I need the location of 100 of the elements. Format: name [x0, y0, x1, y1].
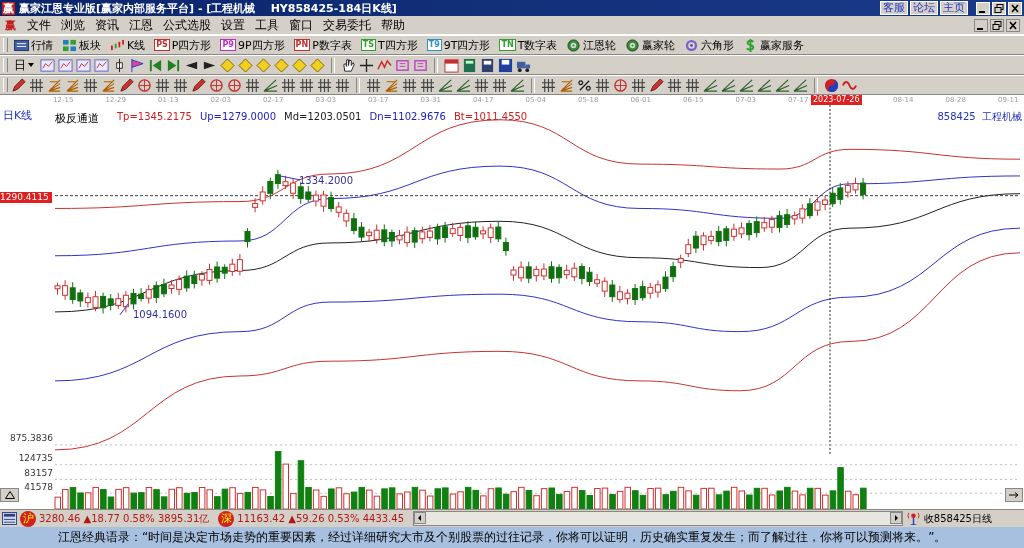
symbol-label: 858425 工程机械: [937, 110, 1022, 124]
menu-item[interactable]: 帮助: [381, 16, 405, 34]
toolbar-button[interactable]: 行情: [11, 37, 56, 53]
crosshair-icon[interactable]: [359, 57, 374, 73]
toolbar-button[interactable]: TS T四方形: [357, 37, 421, 53]
legend-value: Dn=1102.9676: [369, 111, 446, 124]
app-logo: 赢: [2, 1, 15, 15]
price-marker: 1290.4115: [0, 192, 52, 203]
scroll-left-icon[interactable]: [414, 512, 427, 524]
grid-lines-icon[interactable]: [173, 77, 188, 93]
grid-lines-icon[interactable]: [335, 77, 350, 93]
angle-lines-icon[interactable]: [721, 77, 736, 93]
circle-tool-icon[interactable]: [209, 77, 224, 93]
toolbar-button[interactable]: 赢家服务: [740, 37, 808, 53]
toolbar-button[interactable]: PN P数字表: [290, 37, 355, 53]
wheel-icon: [625, 38, 641, 52]
toolbar-button[interactable]: 六角形: [681, 37, 738, 53]
fan-lines-icon[interactable]: [47, 77, 62, 93]
high-price-label: 1334.2000: [299, 175, 354, 186]
toolbar-button[interactable]: 江恩轮: [563, 37, 620, 53]
grid-lines-icon[interactable]: [245, 77, 260, 93]
toolbar-button[interactable]: P9 9P四方形: [217, 37, 288, 53]
candlestick-icon: [110, 38, 125, 52]
pen-icon[interactable]: [191, 77, 206, 93]
flag-icon[interactable]: [130, 57, 145, 73]
grid-lines-icon[interactable]: [281, 77, 296, 93]
menu-item[interactable]: 江恩: [129, 16, 153, 34]
angle-lines-icon[interactable]: [263, 77, 278, 93]
pen-icon[interactable]: [649, 77, 664, 93]
toolbar-button[interactable]: 赢家轮: [622, 37, 679, 53]
grid-lines-icon[interactable]: [317, 77, 332, 93]
blocks-icon: [62, 38, 77, 52]
close-icon[interactable]: [1006, 18, 1020, 32]
angle-lines-icon[interactable]: [510, 77, 525, 93]
grid-lines-icon[interactable]: [299, 77, 314, 93]
grid-lines-icon[interactable]: [631, 77, 646, 93]
index-badge: 深: [218, 510, 235, 527]
restore-icon[interactable]: [990, 18, 1004, 32]
menu-item[interactable]: 窗口: [289, 16, 313, 34]
calculator-icon[interactable]: [462, 57, 477, 73]
scroll-right-button[interactable]: [1005, 488, 1023, 502]
header-link[interactable]: 客服: [880, 1, 908, 15]
yin-yang-icon[interactable]: [824, 77, 839, 93]
grid-lines-icon[interactable]: [366, 77, 381, 93]
angle-lines-icon[interactable]: [775, 77, 790, 93]
menu-item[interactable]: 公式选股: [163, 16, 211, 34]
fan-lines-icon[interactable]: [65, 77, 80, 93]
percent-icon[interactable]: [577, 77, 592, 93]
angle-lines-icon[interactable]: [456, 77, 471, 93]
grid-lines-icon[interactable]: [83, 77, 98, 93]
angle-lines-icon[interactable]: [793, 77, 808, 93]
indicator-name: 极反通道: [55, 111, 99, 126]
angle-lines-icon[interactable]: [703, 77, 718, 93]
panel-toggle-button[interactable]: [0, 488, 19, 502]
angle-lines-icon[interactable]: [438, 77, 453, 93]
toolbar-button[interactable]: 板块: [59, 37, 104, 53]
calendar-icon[interactable]: [444, 57, 459, 73]
header-link[interactable]: 论坛: [910, 1, 938, 15]
grid-lines-icon[interactable]: [155, 77, 170, 93]
legend-value: Tp=1345.2175: [117, 111, 192, 124]
save-icon[interactable]: [498, 57, 513, 73]
grid-lines-icon[interactable]: [595, 77, 610, 93]
grid-lines-icon[interactable]: [29, 77, 44, 93]
grid-lines-icon[interactable]: [474, 77, 489, 93]
arrow-icon: [1009, 492, 1019, 498]
toolbar-button[interactable]: T9 9T四方形: [423, 37, 494, 53]
grid-lines-icon[interactable]: [685, 77, 700, 93]
grid-lines-icon[interactable]: [402, 77, 417, 93]
calculator-icon[interactable]: [2, 512, 17, 525]
toolbar-button[interactable]: K线: [107, 37, 149, 53]
menu-item[interactable]: 交易委托: [323, 16, 371, 34]
menu-item[interactable]: 资讯: [95, 16, 119, 34]
toolbar-button[interactable]: PS P四方形: [151, 37, 215, 53]
minimize-icon[interactable]: [974, 18, 988, 32]
fan-lines-icon[interactable]: [384, 77, 399, 93]
scroll-right-icon[interactable]: [889, 512, 902, 524]
pen-icon[interactable]: [119, 77, 134, 93]
menu-item[interactable]: 工具: [255, 16, 279, 34]
angle-lines-icon[interactable]: [757, 77, 772, 93]
axis-label: 41578: [24, 482, 53, 492]
circle-tool-icon[interactable]: [137, 77, 152, 93]
hand-icon[interactable]: [341, 57, 356, 73]
grid-lines-icon[interactable]: [667, 77, 682, 93]
circle-tool-icon[interactable]: [227, 77, 242, 93]
menu-item[interactable]: 浏览: [61, 16, 85, 34]
grid-lines-icon[interactable]: [541, 77, 556, 93]
circle-tool-icon[interactable]: [613, 77, 628, 93]
angle-lines-icon[interactable]: [739, 77, 754, 93]
menu-item[interactable]: 文件: [27, 16, 51, 34]
window-title: 赢家江恩专业版[赢家内部服务平台] - [工程机械 HY858425-184日K线]: [19, 0, 397, 16]
period-dropdown[interactable]: 日: [11, 56, 37, 74]
high-marker-line: [279, 175, 301, 181]
axis-label: 124735: [18, 453, 53, 463]
pen-icon[interactable]: [11, 77, 26, 93]
toolbar-button[interactable]: TN T数字表: [496, 37, 561, 53]
header-link[interactable]: 主页: [940, 1, 968, 15]
grid-lines-icon[interactable]: [492, 77, 507, 93]
grid-lines-icon[interactable]: [420, 77, 435, 93]
menu-item[interactable]: 设置: [221, 16, 245, 34]
horizontal-scrollbar[interactable]: [413, 511, 903, 526]
